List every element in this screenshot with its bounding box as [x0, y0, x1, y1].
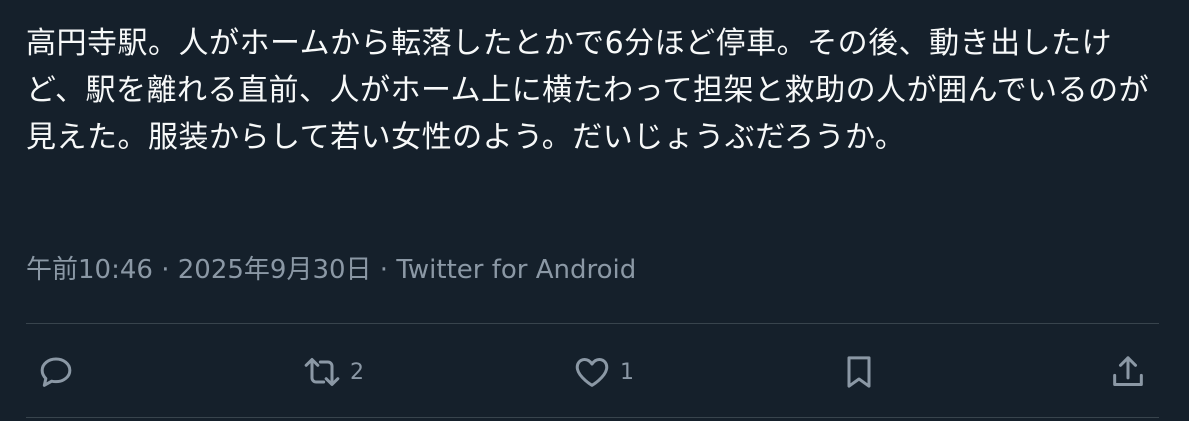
like-count: 1 — [620, 359, 634, 385]
share-button[interactable] — [1108, 344, 1148, 400]
divider-bottom — [26, 417, 1159, 418]
action-bar: 2 1 — [26, 344, 1159, 400]
meta-separator: · — [379, 255, 389, 285]
reply-icon — [36, 352, 76, 392]
meta-separator: · — [161, 255, 170, 285]
share-icon — [1108, 352, 1148, 392]
retweet-button[interactable]: 2 — [302, 344, 364, 400]
bookmark-button[interactable] — [839, 344, 879, 400]
tweet-client: Twitter for Android — [396, 255, 637, 285]
divider-top — [26, 323, 1159, 324]
tweet-text: 高円寺駅。人がホームから転落したとかで6分ほど停車。その後、動き出したけど、駅を… — [26, 26, 1150, 155]
tweet-metadata: 午前10:46 · 2025年9月30日 · Twitter for Andro… — [26, 252, 636, 288]
tweet-detail: 高円寺駅。人がホームから転落したとかで6分ほど停車。その後、動き出したけど、駅を… — [26, 0, 1159, 421]
reply-button[interactable] — [36, 344, 76, 400]
like-button[interactable]: 1 — [572, 344, 634, 400]
bookmark-icon — [839, 352, 879, 392]
tweet-time[interactable]: 午前10:46 — [26, 255, 153, 285]
heart-icon — [572, 352, 612, 392]
retweet-count: 2 — [350, 359, 364, 385]
retweet-icon — [302, 352, 342, 392]
tweet-date[interactable]: 2025年9月30日 — [178, 255, 372, 285]
